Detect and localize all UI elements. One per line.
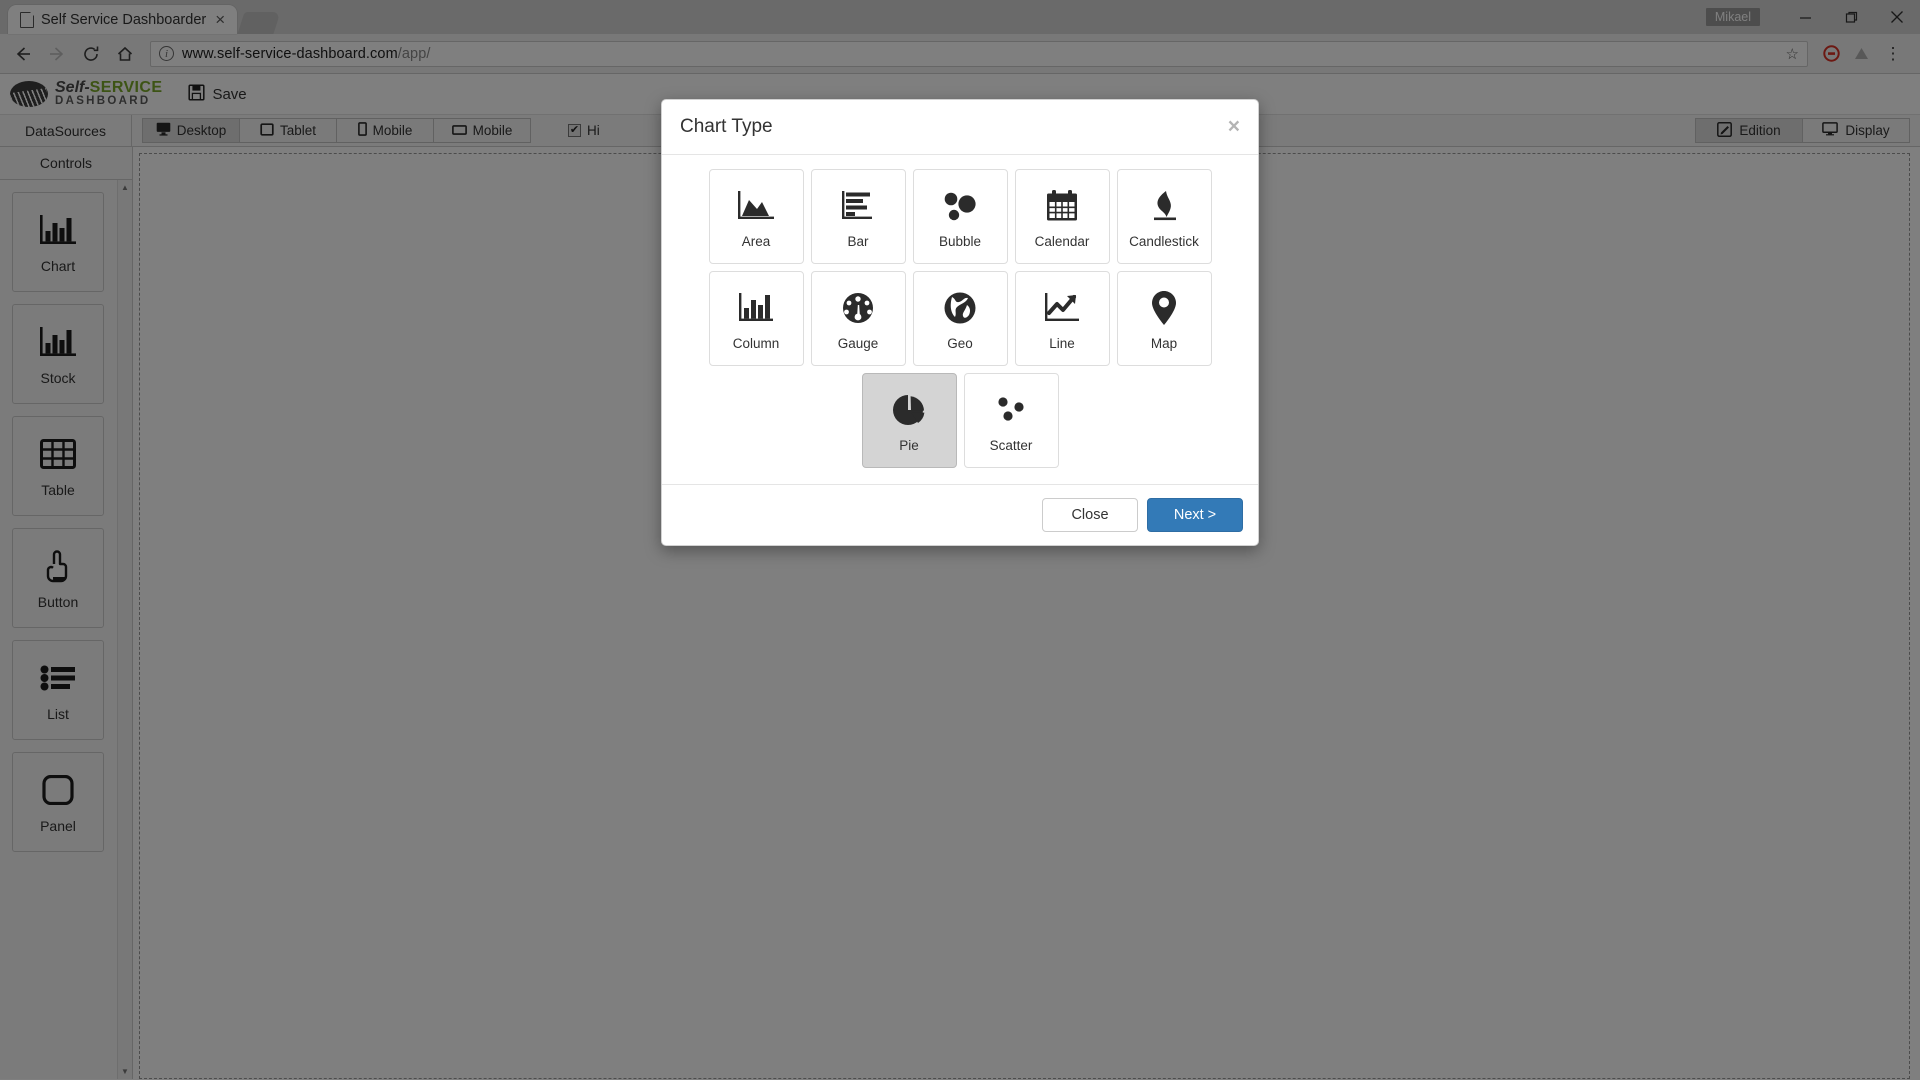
dialog-title: Chart Type xyxy=(680,116,773,137)
gauge-icon xyxy=(840,287,876,329)
chart-type-line[interactable]: Line xyxy=(1014,271,1110,366)
chart-type-candlestick-label: Candlestick xyxy=(1129,233,1199,249)
next-button[interactable]: Next > xyxy=(1147,498,1243,532)
column-chart-icon xyxy=(737,287,775,329)
chart-type-map[interactable]: Map xyxy=(1116,271,1212,366)
chart-type-map-label: Map xyxy=(1150,335,1178,351)
chart-type-candlestick[interactable]: Candlestick xyxy=(1116,169,1212,264)
chart-type-area-label: Area xyxy=(741,233,771,249)
globe-icon xyxy=(943,287,977,329)
chart-type-column-label: Column xyxy=(732,335,780,351)
chart-type-column[interactable]: Column xyxy=(708,271,804,366)
chart-type-gauge-label: Gauge xyxy=(837,335,879,351)
map-pin-icon xyxy=(1151,287,1177,329)
pie-chart-icon xyxy=(891,389,927,431)
dialog-header: Chart Type × xyxy=(662,100,1258,155)
chart-type-area[interactable]: Area xyxy=(708,169,804,264)
chart-type-gauge[interactable]: Gauge xyxy=(810,271,906,366)
bubble-chart-icon xyxy=(941,185,979,227)
candlestick-icon xyxy=(1148,185,1180,227)
chart-type-dialog: Chart Type × Area Bar Bubble Calendar Ca… xyxy=(661,99,1259,546)
dialog-body: Area Bar Bubble Calendar Candlestick Col… xyxy=(662,155,1258,484)
chart-type-line-label: Line xyxy=(1049,335,1075,351)
chart-type-pie[interactable]: Pie xyxy=(861,373,957,468)
chart-type-calendar-label: Calendar xyxy=(1034,233,1090,249)
bar-horizontal-icon xyxy=(840,185,876,227)
chart-type-scatter-label: Scatter xyxy=(989,437,1033,453)
chart-type-grid: Area Bar Bubble Calendar Candlestick Col… xyxy=(674,169,1246,468)
line-chart-icon xyxy=(1043,287,1081,329)
chart-type-bar-label: Bar xyxy=(847,233,869,249)
calendar-icon xyxy=(1045,185,1079,227)
chart-type-bubble-label: Bubble xyxy=(938,233,982,249)
chart-type-calendar[interactable]: Calendar xyxy=(1014,169,1110,264)
close-button[interactable]: Close xyxy=(1042,498,1138,532)
close-icon[interactable]: × xyxy=(1228,116,1240,137)
scatter-plot-icon xyxy=(994,389,1028,431)
area-chart-icon xyxy=(736,185,776,227)
chart-type-pie-label: Pie xyxy=(899,437,919,453)
chart-type-bubble[interactable]: Bubble xyxy=(912,169,1008,264)
chart-type-geo-label: Geo xyxy=(947,335,973,351)
chart-type-scatter[interactable]: Scatter xyxy=(963,373,1059,468)
chart-type-bar[interactable]: Bar xyxy=(810,169,906,264)
chart-type-geo[interactable]: Geo xyxy=(912,271,1008,366)
dialog-footer: Close Next > xyxy=(662,484,1258,545)
